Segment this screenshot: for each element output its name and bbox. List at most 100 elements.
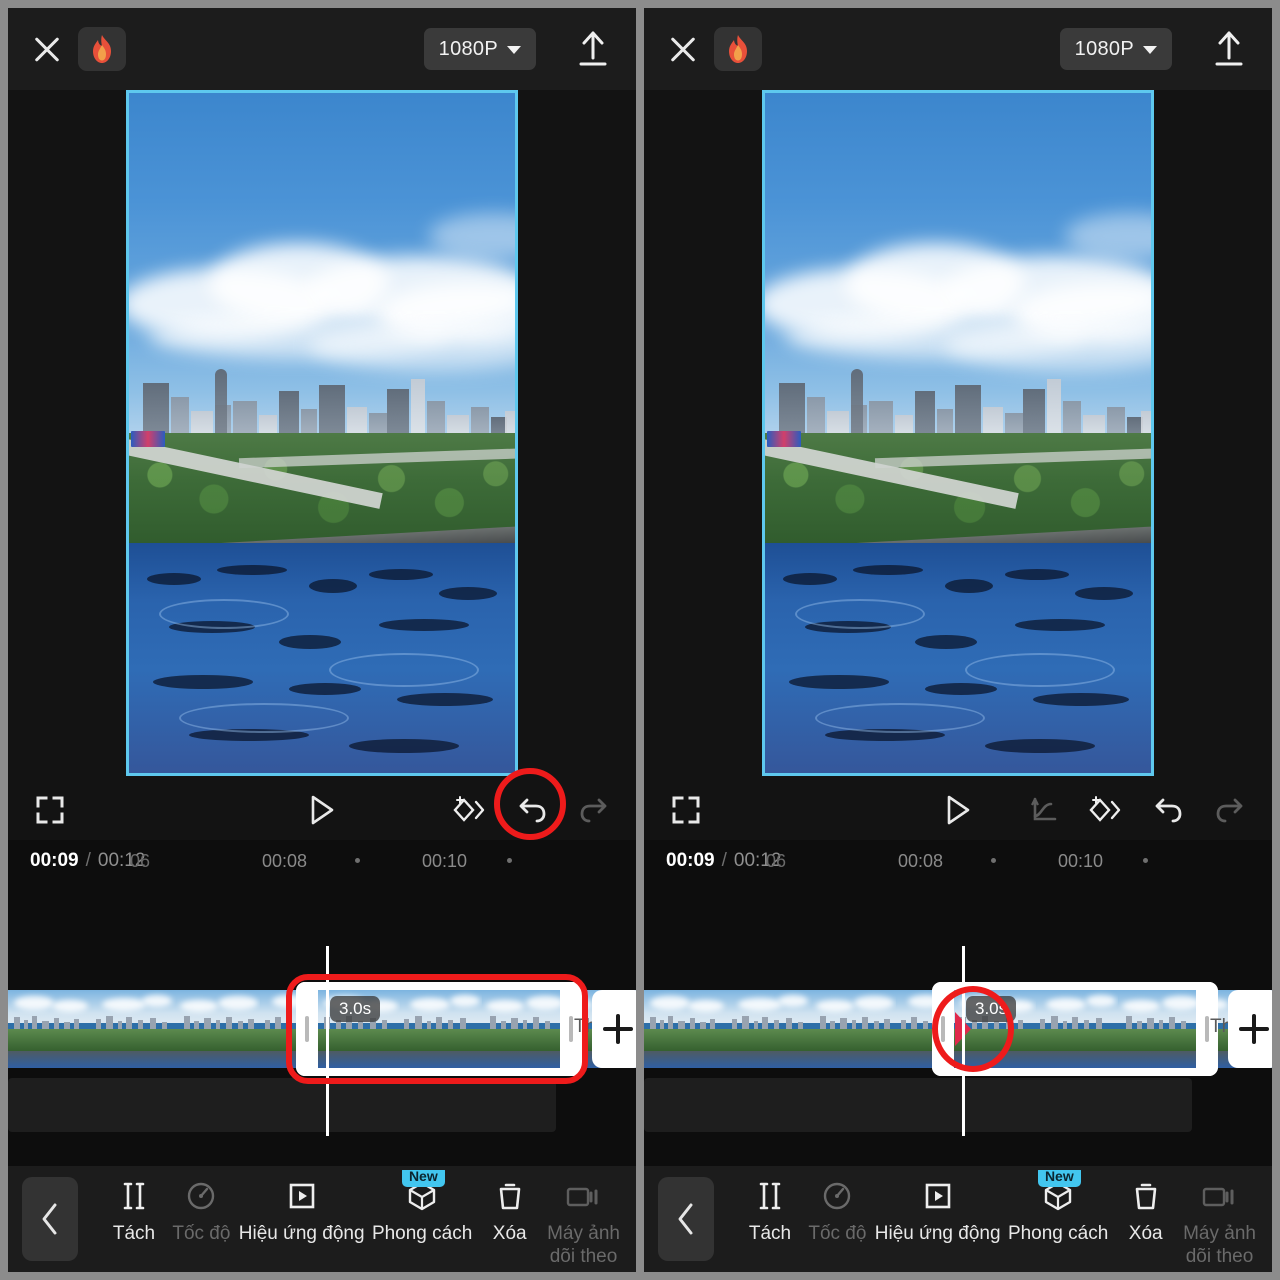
ruler-tick-2: 00:10 [1058,851,1104,871]
redo-button[interactable] [1210,790,1250,830]
fullscreen-button[interactable] [666,790,706,830]
tracking-camera-icon [1200,1176,1240,1216]
timeline-panel: 00:09 / 00:12 06 00:08 00:10 3.0s [644,840,1272,1172]
toolbar-item-delete[interactable]: Xóa [480,1176,540,1245]
toolbar-label-animation: Hiệu ứng động [874,1223,1001,1245]
toolbar-label-speed: Tốc độ [172,1223,231,1245]
ruler-tick-1: 00:08 [898,851,944,871]
current-time-label: 00:09 [30,850,79,871]
secondary-track[interactable] [644,1078,1192,1132]
clip-trim-handle-left[interactable] [296,982,318,1076]
chevron-down-icon [1143,46,1157,54]
curve-graph-button[interactable] [1024,790,1064,830]
toolbar-item-style[interactable]: New Phong cách [371,1170,473,1245]
timeline-ruler[interactable]: 00:09 / 00:12 06 00:08 00:10 [644,840,1272,882]
undo-button[interactable] [512,790,552,830]
panel-left: 1080P 00:09 / 00:12 06 00:08 00:10 3.0s … [8,8,636,1272]
ruler-tick-1: 00:08 [262,851,308,871]
time-separator: / [721,850,727,871]
toolbar-item-tracking-camera[interactable]: Máy ảnh dõi theo [1183,1176,1256,1268]
thumbnail [8,990,92,1068]
timeline-tracks: Thêm ảnh 3.0s [8,882,636,1172]
add-keyframe-button[interactable] [450,790,490,830]
export-button[interactable] [572,27,614,71]
close-icon[interactable] [666,32,700,66]
video-frame[interactable] [126,90,518,776]
screenshot-stage: 1080P 00:09 / 00:12 06 00:08 00:10 3.0s … [0,0,1280,1280]
selected-clip[interactable]: 3.0s [932,982,1218,1076]
toolbar-items: Tách Tốc độ Hiệu ứng động New Phong cách… [714,1170,1272,1268]
toolbar-back-button[interactable] [22,1177,78,1261]
resolution-selector[interactable]: 1080P [423,28,536,70]
undo-button[interactable] [1148,790,1188,830]
toolbar-label-style: Phong cách [371,1223,473,1245]
time-separator: / [85,850,91,871]
secondary-track[interactable] [8,1078,556,1132]
split-icon [117,1176,151,1216]
play-button[interactable] [302,790,342,830]
toolbar-label-animation: Hiệu ứng động [238,1223,365,1245]
chevron-left-icon [42,1203,57,1235]
ruler-tick-2: 00:10 [422,851,468,871]
toolbar-item-speed[interactable]: Tốc độ [171,1176,231,1245]
video-preview-area [644,90,1272,780]
chevron-down-icon [507,46,521,54]
flame-button[interactable] [78,27,126,71]
resolution-selector[interactable]: 1080P [1059,28,1172,70]
undo-icon [519,798,546,823]
toolbar-items: Tách Tốc độ Hiệu ứng động New Phong cách… [78,1170,636,1268]
toolbar-item-split[interactable]: Tách [740,1176,800,1245]
split-icon [753,1176,787,1216]
wet-rooftop [129,543,515,773]
header-left-group [30,27,126,71]
add-keyframe-button[interactable] [1086,790,1126,830]
timeline-tracks: Thêm ảnh 3.0s [644,882,1272,1172]
flame-button[interactable] [714,27,762,71]
preview-control-bar [8,768,636,840]
ruler-dot-1 [355,858,360,863]
play-icon [311,795,334,825]
thumbnail [644,990,728,1068]
clip-duration-badge: 3.0s [966,996,1017,1022]
grip-icon [941,1016,945,1042]
play-button[interactable] [938,790,978,830]
video-frame[interactable] [762,90,1154,776]
toolbar-item-style[interactable]: New Phong cách [1008,1170,1108,1245]
clip-duration-badge: 3.0s [330,996,381,1022]
flame-icon [729,35,747,63]
selected-clip[interactable]: 3.0s [296,982,582,1076]
animation-icon [285,1176,319,1216]
panel-right: 1080P 00:09 / 00:12 06 00:08 00:10 3.0s … [644,8,1272,1272]
redo-icon [1216,798,1243,823]
add-keyframe-icon [453,796,485,822]
toolbar-item-speed[interactable]: Tốc độ [807,1176,867,1245]
header-left-group [666,27,762,71]
grip-icon [1205,1016,1209,1042]
playhead[interactable] [962,946,965,1136]
fullscreen-icon [672,796,700,824]
add-clip-button[interactable] [1228,990,1272,1068]
timeline-panel: 00:09 / 00:12 06 00:08 00:10 3.0s [8,840,636,1172]
grip-icon [305,1016,309,1042]
toolbar-label-split: Tách [748,1223,792,1245]
add-clip-button[interactable] [592,990,636,1068]
fullscreen-button[interactable] [30,790,70,830]
export-button[interactable] [1208,27,1250,71]
playhead[interactable] [326,946,329,1136]
close-icon[interactable] [30,32,64,66]
toolbar-item-tracking-camera[interactable]: Máy ảnh dõi theo [547,1176,620,1268]
thumbnail [728,990,812,1068]
toolbar-item-delete[interactable]: Xóa [1116,1176,1176,1245]
toolbar-item-animation[interactable]: Hiệu ứng động [875,1176,1001,1245]
redo-button[interactable] [574,790,614,830]
speed-icon [820,1176,854,1216]
new-badge: New [1037,1170,1081,1187]
toolbar-item-animation[interactable]: Hiệu ứng động [239,1176,365,1245]
upload-icon [579,31,607,66]
timeline-ruler[interactable]: 00:09 / 00:12 06 00:08 00:10 [8,840,636,882]
clip-trim-handle-left[interactable] [932,982,954,1076]
billboard [131,431,165,447]
toolbar-back-button[interactable] [658,1177,714,1261]
toolbar-item-split[interactable]: Tách [104,1176,164,1245]
ruler-tick-partial: 06 [766,851,787,871]
